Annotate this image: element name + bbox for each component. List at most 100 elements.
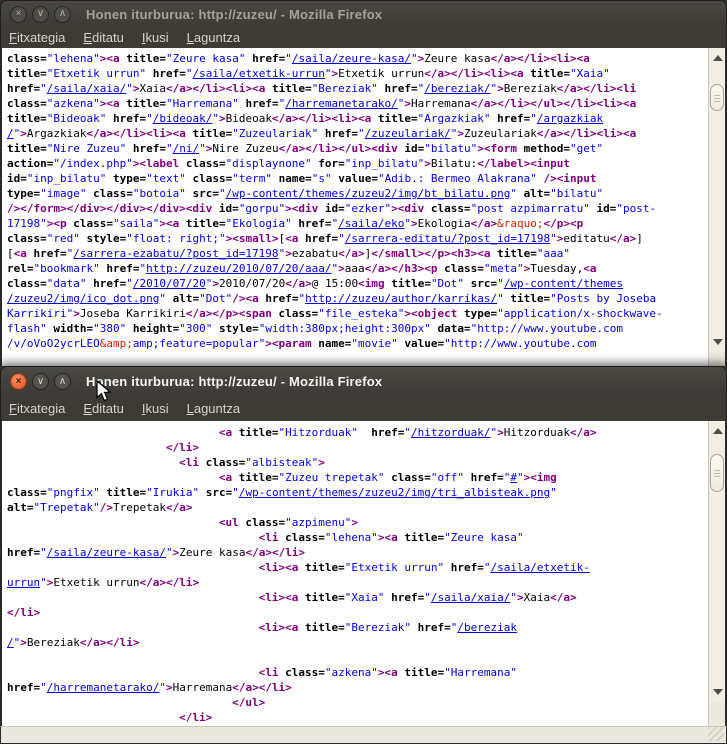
source-line: class="red" style="float: right;"><small… — [7, 231, 705, 246]
menu-view[interactable]: Ikusi — [134, 400, 179, 418]
source-token: title= — [491, 247, 537, 260]
source-link[interactable]: /bideoak/ — [153, 112, 213, 125]
source-token: class= — [239, 516, 285, 529]
source-token: </a></li><li><a — [424, 67, 523, 80]
source-link[interactable]: /2010/07/20 — [133, 277, 206, 290]
source-token: title= — [398, 531, 444, 544]
source-view[interactable]: <a title="Hitzorduak" href="/hitzorduak/… — [0, 421, 727, 726]
menu-view[interactable]: Ikusi — [134, 29, 179, 47]
source-token: method= — [517, 142, 570, 155]
source-token: /><a — [232, 292, 259, 305]
source-token: name= — [272, 172, 312, 185]
source-token: 2010/07/20 — [219, 277, 285, 290]
source-line: <li><a title="Etxetik urrun" href="/sail… — [7, 560, 705, 575]
minimize-icon[interactable]: ∨ — [32, 6, 49, 23]
source-link[interactable]: / — [7, 636, 14, 649]
source-link[interactable]: # — [510, 471, 517, 484]
source-token: " — [159, 292, 166, 305]
menu-help[interactable]: Laguntza — [179, 29, 251, 47]
source-token: href= — [378, 82, 418, 95]
source-link[interactable]: /sarrera-editatu/?post_id=17198 — [345, 232, 550, 245]
source-link[interactable]: /saila/zeure-kasa/ — [292, 52, 411, 65]
source-link[interactable]: /hitzorduak/ — [411, 426, 490, 439]
source-link[interactable]: /bereziak — [457, 621, 517, 634]
resize-grip-icon[interactable] — [708, 727, 724, 741]
menu-help[interactable]: Laguntza — [179, 400, 251, 418]
source-line: urrun">Etxetik urrun</a></li> — [7, 575, 705, 590]
source-link[interactable]: /wp-content/themes — [504, 277, 623, 290]
source-token: aaa — [345, 262, 365, 275]
source-token: title= — [179, 217, 225, 230]
menu-edit[interactable]: Editatu — [75, 29, 133, 47]
source-link[interactable]: urrun — [7, 576, 40, 589]
source-link[interactable]: /zuzeulariak/ — [365, 127, 451, 140]
source-token: " — [126, 277, 133, 290]
source-link[interactable]: http://zuzeu/2010/07/20/aaa/ — [146, 262, 331, 275]
source-link[interactable]: / — [7, 127, 14, 140]
source-token: class= — [67, 217, 113, 230]
source-token: <li — [179, 456, 199, 469]
scroll-down-icon[interactable] — [713, 339, 723, 345]
scrollbar-thumb[interactable] — [710, 454, 724, 492]
source-token: " — [219, 187, 226, 200]
source-token: title= — [371, 112, 417, 125]
source-link[interactable]: /bereziak/ — [424, 82, 490, 95]
source-link[interactable]: /wp-content/themes/zuzeu2/img/bt_bilatu.… — [226, 187, 511, 200]
source-link[interactable]: /saila/eko — [338, 217, 404, 230]
maximize-icon[interactable]: ∧ — [54, 6, 71, 23]
source-token: ><param — [265, 337, 311, 350]
source-token: /><input — [537, 172, 597, 185]
source-token: "movie" — [351, 337, 397, 350]
source-link[interactable]: /ni/ — [173, 142, 200, 155]
source-link[interactable]: /sarrera-ezabatu/?post_id=17198 — [73, 247, 278, 260]
source-token: " — [510, 591, 517, 604]
source-link[interactable]: /saila/zeure-kasa/ — [47, 546, 166, 559]
close-icon[interactable]: × — [10, 6, 27, 23]
menu-file[interactable]: Fitxategia — [1, 400, 75, 418]
source-token: </a></li><li><a — [491, 52, 590, 65]
source-token: > — [338, 262, 345, 275]
close-icon[interactable]: × — [10, 373, 27, 390]
source-token: " — [40, 576, 47, 589]
source-link[interactable]: /harremanetarako/ — [285, 97, 398, 110]
titlebar[interactable]: × ∨ ∧ Honen iturburua: http://zuzeu/ - M… — [0, 0, 727, 27]
source-token: "width:380px;height:300px" — [259, 322, 431, 335]
source-link[interactable]: http://zuzeu/author/karrikas/ — [305, 292, 497, 305]
source-link[interactable]: /saila/etxetik-urrun — [192, 67, 324, 80]
source-token: "Etxetik urrun" — [345, 561, 444, 574]
source-token: <li><a — [259, 591, 299, 604]
minimize-icon[interactable]: ∨ — [32, 373, 49, 390]
source-link[interactable]: /argazkiak — [537, 112, 603, 125]
source-token: title= — [504, 292, 550, 305]
scroll-down-icon[interactable] — [713, 689, 723, 695]
source-token: title= — [232, 471, 278, 484]
source-token: > — [497, 426, 504, 439]
source-token: ><form — [477, 142, 517, 155]
menu-file[interactable]: Fitxategia — [1, 29, 75, 47]
source-link[interactable]: /saila/xaia/ — [431, 591, 510, 604]
source-link[interactable]: /saila/xaia/ — [47, 82, 126, 95]
source-token: style= — [80, 232, 126, 245]
source-token: " — [166, 142, 173, 155]
scroll-up-icon[interactable] — [713, 428, 723, 434]
source-link[interactable]: /harremanetarako/ — [47, 681, 160, 694]
scroll-up-icon[interactable] — [713, 55, 723, 61]
source-token: class= — [279, 531, 325, 544]
source-link[interactable]: /saila/etxetik- — [490, 561, 589, 574]
source-link[interactable]: /zuzeu2/img/ico_dot.png — [7, 292, 159, 305]
source-view[interactable]: class="lehena"><a title="Zeure kasa" hre… — [0, 48, 727, 366]
vertical-scrollbar[interactable] — [708, 48, 725, 352]
source-token: "azkena" — [325, 666, 378, 679]
source-token: "float: right;" — [126, 232, 225, 245]
scrollbar-thumb[interactable] — [710, 84, 724, 111]
maximize-icon[interactable]: ∧ — [54, 373, 71, 390]
vertical-scrollbar[interactable] — [708, 421, 725, 702]
source-token: ><a — [378, 666, 398, 679]
source-token: Etxetik urrun — [338, 67, 424, 80]
source-token: Joseba Karrikiri — [80, 307, 186, 320]
source-token: "albisteak" — [245, 456, 318, 469]
source-link[interactable]: /wp-content/themes/zuzeu2/img/tri_albist… — [239, 486, 550, 499]
window-view-source-top: × ∨ ∧ Honen iturburua: http://zuzeu/ - M… — [0, 0, 727, 366]
source-token: "application/x-shockwave- — [497, 307, 663, 320]
source-token: rel= — [7, 262, 34, 275]
